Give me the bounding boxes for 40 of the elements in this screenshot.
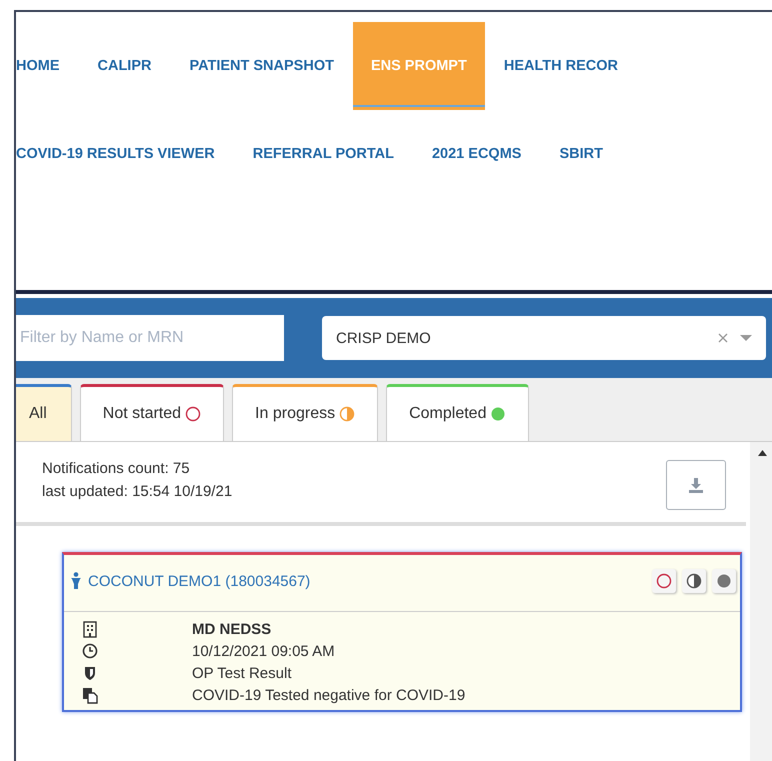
circle-icon [656, 573, 672, 589]
detail-text: OP Test Result [192, 664, 292, 682]
filter-field[interactable]: Filter by Name or MRN [16, 315, 284, 361]
half-circle-icon [339, 406, 356, 422]
nav-link[interactable]: 2021 ECQMS [412, 110, 540, 198]
documents-icon [82, 686, 98, 704]
nav-link[interactable]: SBIRT [540, 110, 622, 198]
status-button[interactable] [652, 569, 676, 593]
status-button[interactable] [712, 569, 736, 593]
summary-text: Notifications count: 75 [42, 460, 191, 477]
nav-link[interactable]: PATIENT SNAPSHOT [170, 22, 353, 110]
status-tab[interactable]: All [16, 384, 72, 441]
nav-link[interactable]: REFERRAL PORTAL [234, 110, 413, 198]
detail-text: MD NEDSS [192, 620, 272, 638]
dot-icon [490, 406, 506, 422]
summary-text: last updated: 15:54 10/19/21 [42, 483, 232, 500]
caret-icon [740, 334, 752, 342]
circle-icon [185, 406, 202, 422]
dot-icon [716, 573, 732, 589]
nav-link[interactable]: COVID-19 RESULTS VIEWER [16, 110, 234, 198]
building-icon [82, 620, 98, 638]
patient-link[interactable]: COCONUT DEMO1 (180034567) [70, 572, 310, 590]
scroll-up-icon[interactable] [758, 450, 766, 456]
nav-link[interactable]: CALIPR [78, 22, 170, 110]
nav-link[interactable]: HOME [16, 22, 78, 110]
shield-icon [82, 664, 98, 682]
status-button[interactable] [682, 569, 706, 593]
status-tab[interactable]: In progress [232, 384, 378, 441]
detail-text: 10/12/2021 09:05 AM [192, 642, 336, 660]
nav-link[interactable]: HEALTH RECOR [484, 22, 637, 110]
clear-icon[interactable] [718, 333, 728, 343]
half-circle-icon [686, 573, 702, 589]
download-icon [688, 477, 704, 493]
person-icon [70, 572, 82, 590]
status-tab[interactable]: Completed [386, 384, 530, 441]
status-tab[interactable]: Not started [80, 384, 224, 441]
detail-text: COVID-19 Tested negative for COVID-19 [192, 686, 466, 704]
clock-icon [82, 642, 98, 660]
download-button[interactable] [666, 460, 726, 510]
organization-select[interactable]: CRISP DEMO [322, 316, 766, 360]
